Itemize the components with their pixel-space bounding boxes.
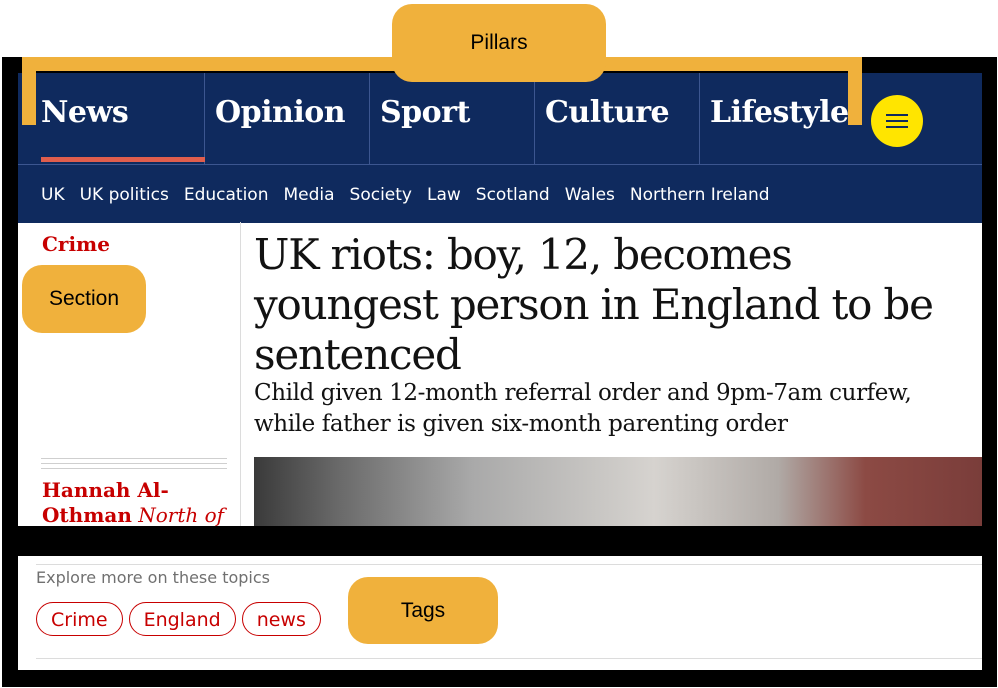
subnav-item-law[interactable]: Law [427,185,461,205]
byline: Hannah Al-Othman North of [42,478,232,526]
meta-divider [41,458,227,475]
explore-topics-label: Explore more on these topics [36,568,270,587]
topics-screenshot: Explore more on these topics Crime Engla… [18,556,982,670]
article-standfirst: Child given 12-month referral order and … [254,380,912,437]
tag-crime[interactable]: Crime [36,602,123,636]
article-screenshot: News Opinion Sport Culture Lifestyle UK … [18,73,982,526]
tag-news[interactable]: news [241,602,321,636]
divider [36,658,982,659]
subnav-item-uk[interactable]: UK [41,185,65,205]
section-callout: Section [22,265,146,333]
subnav-item-scotland[interactable]: Scotland [476,185,550,205]
menu-button[interactable] [871,95,923,147]
subnav-item-northern-ireland[interactable]: Northern Ireland [630,185,770,205]
hero-image [254,457,982,526]
subnav-item-education[interactable]: Education [184,185,269,205]
subnav-item-media[interactable]: Media [283,185,334,205]
active-pillar-underline [41,157,205,162]
tag-england[interactable]: England [128,602,236,636]
subnav-item-society[interactable]: Society [350,185,412,205]
byline-title: North of [138,503,225,526]
article-headline: UK riots: boy, 12, becomes youngest pers… [254,230,934,379]
subnav-item-uk-politics[interactable]: UK politics [80,185,169,205]
tags-callout: Tags [348,577,498,644]
divider [36,564,982,565]
tag-list: Crime England news [36,602,321,636]
subnav-item-wales[interactable]: Wales [565,185,615,205]
section-link[interactable]: Crime [42,232,110,256]
pillars-callout: Pillars [392,4,606,82]
sub-navigation: UK UK politics Education Media Society L… [18,164,982,223]
